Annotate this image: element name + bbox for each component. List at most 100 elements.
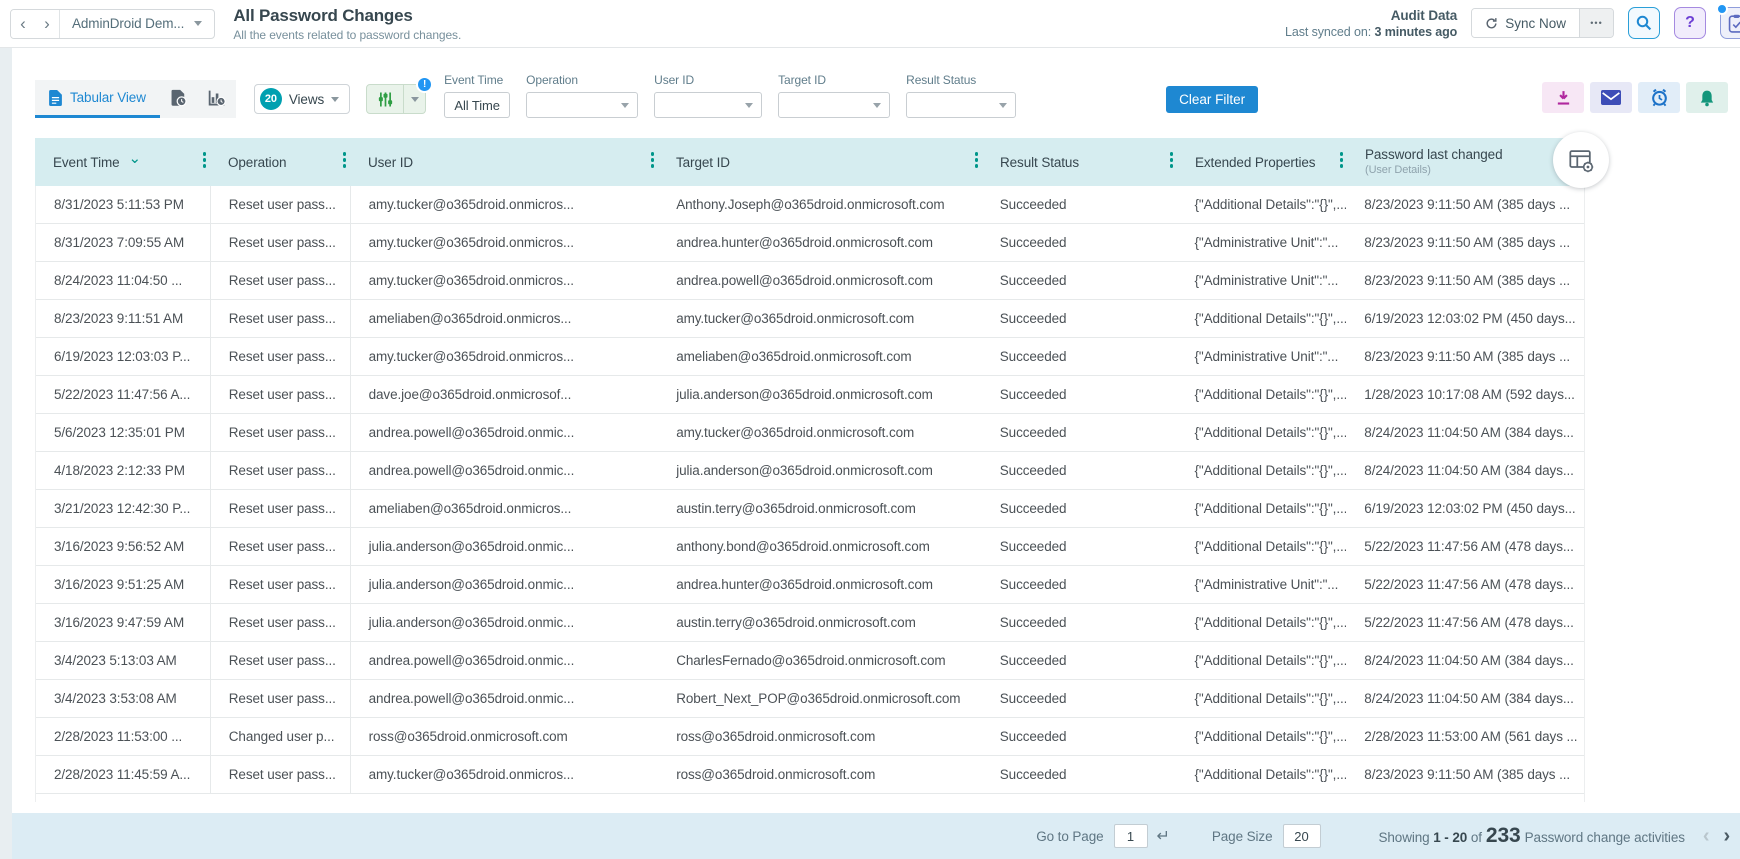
clipped-table-row	[35, 794, 1585, 802]
schedule-alert-button[interactable]	[1638, 82, 1680, 113]
cell-result-status: Succeeded	[999, 691, 1067, 706]
cell-operation: Reset user pass...	[211, 262, 351, 299]
tenant-dropdown[interactable]: AdminDroid Dem...	[60, 16, 214, 31]
cell-result-status: Succeeded	[999, 197, 1067, 212]
cell-password-last-changed: 8/23/2023 9:11:50 AM (385 days ...	[1364, 767, 1571, 782]
cell-operation: Reset user pass...	[211, 566, 351, 603]
tab-tabular-view[interactable]: Tabular View	[35, 80, 160, 118]
column-menu-icon[interactable]	[1169, 152, 1173, 168]
cell-operation: Reset user pass...	[211, 642, 351, 679]
tab-scheduled-report[interactable]	[160, 80, 198, 118]
sync-more-options-button[interactable]: •••	[1579, 9, 1613, 38]
cell-event-time: 3/16/2023 9:56:52 AM	[36, 528, 211, 565]
target-id-filter-select[interactable]	[778, 92, 891, 118]
table-row[interactable]: 4/18/2023 2:12:33 PM Reset user pass... …	[36, 452, 1584, 490]
page-size-input[interactable]	[1282, 824, 1321, 848]
table-row[interactable]: 2/28/2023 11:53:00 ... Changed user p...…	[36, 718, 1584, 756]
chevron-right-icon: ›	[44, 13, 50, 33]
cell-target-id: andrea.powell@o365droid.onmicrosoft.com	[676, 273, 933, 288]
cell-event-time: 8/31/2023 5:11:53 PM	[36, 186, 211, 223]
download-button[interactable]	[1542, 82, 1584, 113]
column-header-result-status[interactable]: Result Status	[982, 138, 1177, 186]
filter-settings-button[interactable]	[366, 84, 405, 114]
cell-result-status: Succeeded	[999, 235, 1067, 250]
tenant-label: AdminDroid Dem...	[72, 16, 185, 31]
cell-user-id: julia.anderson@o365droid.onmic...	[368, 615, 575, 630]
cell-extended-properties: {"Additional Details":"{}",...	[1194, 463, 1347, 478]
operation-filter-select[interactable]	[526, 92, 639, 118]
showing-summary: Showing 1 - 20 of 233 Password change acti…	[1378, 824, 1685, 847]
column-menu-icon[interactable]	[202, 152, 206, 168]
table-row[interactable]: 8/31/2023 5:11:53 PM Reset user pass... …	[36, 186, 1584, 224]
table-row[interactable]: 8/31/2023 7:09:55 AM Reset user pass... …	[36, 224, 1584, 262]
table-row[interactable]: 5/22/2023 11:47:56 A... Reset user pass.…	[36, 376, 1584, 414]
event-time-filter-button[interactable]: All Time	[444, 92, 511, 118]
cell-target-id: ross@o365droid.onmicrosoft.com	[676, 729, 876, 744]
showing-range: 1 - 20	[1433, 830, 1468, 845]
previous-page-button[interactable]: ‹	[1703, 825, 1710, 848]
column-chooser-button[interactable]	[1553, 132, 1609, 188]
cell-operation: Reset user pass...	[211, 680, 351, 717]
enter-icon[interactable]: ↵	[1157, 826, 1170, 846]
column-menu-icon[interactable]	[342, 152, 346, 168]
table-row[interactable]: 2/28/2023 11:45:59 A... Reset user pass.…	[36, 756, 1584, 794]
sort-descending-icon[interactable]: ⌄	[129, 149, 142, 167]
filter-label: User ID	[654, 73, 695, 87]
table-row[interactable]: 3/16/2023 9:51:25 AM Reset user pass... …	[36, 566, 1584, 604]
cell-target-id: ross@o365droid.onmicrosoft.com	[676, 767, 876, 782]
chevron-down-icon	[331, 96, 340, 102]
notification-dot	[1716, 3, 1728, 16]
table-row[interactable]: 3/4/2023 3:53:08 AM Reset user pass... a…	[36, 680, 1584, 718]
chevron-down-icon	[621, 103, 630, 108]
clear-filter-button[interactable]: Clear Filter	[1166, 86, 1259, 113]
cell-user-id: amy.tucker@o365droid.onmicros...	[368, 767, 574, 782]
result-status-filter-select[interactable]	[906, 92, 1017, 118]
table-row[interactable]: 8/24/2023 11:04:50 ... Reset user pass..…	[36, 262, 1584, 300]
table-row[interactable]: 3/16/2023 9:47:59 AM Reset user pass... …	[36, 604, 1584, 642]
column-menu-icon[interactable]	[974, 152, 978, 168]
cell-extended-properties: {"Administrative Unit":"...	[1194, 273, 1339, 288]
cell-password-last-changed: 5/22/2023 11:47:56 AM (478 days...	[1364, 577, 1574, 592]
sync-now-button[interactable]: Sync Now	[1472, 9, 1579, 38]
table-row[interactable]: 3/4/2023 5:13:03 AM Reset user pass... a…	[36, 642, 1584, 680]
table-row[interactable]: 3/21/2023 12:42:30 P... Reset user pass.…	[36, 490, 1584, 528]
help-button[interactable]: ?	[1674, 7, 1706, 40]
table-row[interactable]: 6/19/2023 12:03:03 P... Reset user pass.…	[36, 338, 1584, 376]
search-button[interactable]	[1628, 7, 1660, 40]
cell-target-id: anthony.bond@o365droid.onmicrosoft.com	[676, 539, 930, 554]
goto-page-input[interactable]	[1113, 824, 1148, 848]
column-header-operation[interactable]: Operation	[210, 138, 350, 186]
notifications-button[interactable]	[1686, 82, 1728, 113]
column-menu-icon[interactable]	[650, 152, 654, 168]
email-button[interactable]	[1590, 82, 1632, 113]
cell-user-id: andrea.powell@o365droid.onmic...	[368, 653, 575, 668]
tab-chart-view[interactable]	[198, 80, 236, 118]
cell-user-id: ameliaben@o365droid.onmicros...	[368, 311, 572, 326]
back-button[interactable]: ‹	[11, 9, 35, 38]
cell-extended-properties: {"Administrative Unit":"...	[1194, 349, 1339, 364]
toolbar: Tabular View 20 Views ! Event Time All T…	[12, 62, 1740, 120]
cell-operation: Reset user pass...	[211, 414, 351, 451]
user-id-filter-select[interactable]	[654, 92, 763, 118]
filter-operation: Operation	[526, 73, 639, 118]
cell-password-last-changed: 1/28/2023 10:17:08 AM (592 days...	[1364, 387, 1575, 402]
table-row[interactable]: 3/16/2023 9:56:52 AM Reset user pass... …	[36, 528, 1584, 566]
cell-extended-properties: {"Additional Details":"{}",...	[1194, 197, 1347, 212]
column-header-event-time[interactable]: Event Time ⌄	[35, 138, 210, 186]
pager: ‹ ›	[1703, 825, 1730, 848]
tasks-button[interactable]	[1716, 3, 1740, 40]
title-block: All Password Changes All the events rela…	[233, 6, 461, 42]
column-header-user-id[interactable]: User ID	[350, 138, 658, 186]
column-menu-icon[interactable]	[1339, 152, 1343, 168]
cell-result-status: Succeeded	[999, 539, 1067, 554]
next-page-button[interactable]: ›	[1723, 825, 1730, 848]
views-dropdown-button[interactable]: 20 Views	[253, 84, 351, 114]
cell-result-status: Succeeded	[999, 387, 1067, 402]
table-row[interactable]: 8/23/2023 9:11:51 AM Reset user pass... …	[36, 300, 1584, 338]
column-header-password-last-changed[interactable]: Password last changed (User Details)	[1347, 138, 1585, 186]
table-row[interactable]: 5/6/2023 12:35:01 PM Reset user pass... …	[36, 414, 1584, 452]
forward-button[interactable]: ›	[35, 9, 59, 38]
column-header-extended-properties[interactable]: Extended Properties	[1177, 138, 1347, 186]
column-header-target-id[interactable]: Target ID	[658, 138, 982, 186]
chart-clock-icon	[208, 90, 226, 106]
